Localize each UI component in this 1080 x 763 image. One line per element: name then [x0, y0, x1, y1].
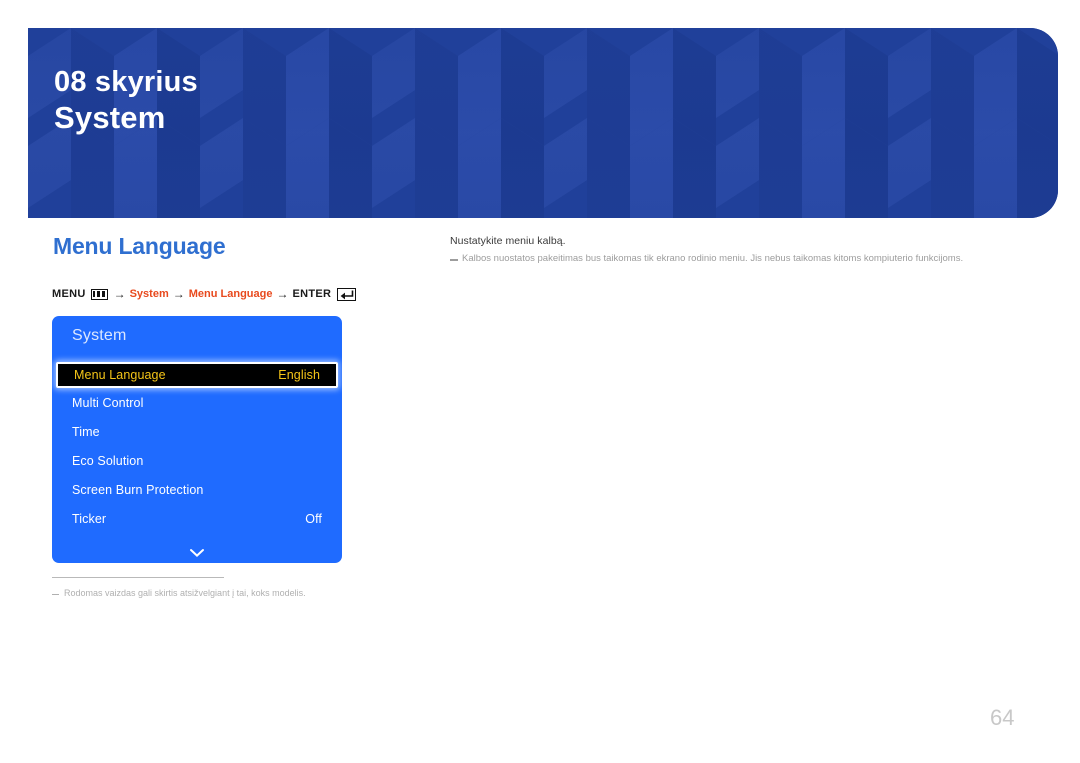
- description-main-text: Nustatykite meniu kalbą.: [450, 235, 566, 247]
- enter-return-icon: [337, 287, 357, 301]
- menu-bars-icon: [90, 288, 108, 300]
- note-dash-icon: [450, 259, 458, 261]
- breadcrumb-arrow-3: →: [276, 287, 289, 301]
- description-note-text: Kalbos nuostatos pakeitimas bus taikomas…: [462, 253, 964, 264]
- chevron-down-icon: [190, 549, 204, 557]
- description-block: Nustatykite meniu kalbą. Kalbos nuostato…: [450, 235, 1030, 264]
- osd-panel-title: System: [72, 327, 127, 344]
- osd-row-screen-burn-protection[interactable]: Screen Burn Protection: [52, 475, 342, 504]
- osd-row-value: Off: [305, 511, 322, 526]
- osd-menu-list: Menu Language English Multi Control Time…: [52, 362, 342, 533]
- footnote-dash-icon: [52, 594, 59, 595]
- breadcrumb-enter-label: ENTER: [292, 288, 332, 300]
- breadcrumb: MENU → System → Menu Language → ENTER: [52, 287, 357, 301]
- osd-row-label: Menu Language: [74, 368, 166, 382]
- breadcrumb-arrow-2: →: [172, 287, 185, 301]
- breadcrumb-menu-label: MENU: [52, 288, 86, 300]
- footnote: Rodomas vaizdas gali skirtis atsižvelgia…: [52, 588, 306, 598]
- osd-row-label: Eco Solution: [72, 453, 144, 468]
- osd-scroll-down-button[interactable]: [52, 548, 342, 558]
- osd-row-multi-control[interactable]: Multi Control: [52, 388, 342, 417]
- description-note: Kalbos nuostatos pakeitimas bus taikomas…: [450, 253, 1030, 264]
- footnote-divider: [52, 577, 224, 578]
- page-title: Menu Language: [53, 233, 226, 259]
- osd-row-time[interactable]: Time: [52, 417, 342, 446]
- osd-row-label: Time: [72, 424, 100, 439]
- osd-row-label: Screen Burn Protection: [72, 482, 204, 497]
- header-text-block: 08 skyrius System: [54, 66, 198, 138]
- osd-row-eco-solution[interactable]: Eco Solution: [52, 446, 342, 475]
- breadcrumb-step-system: System: [129, 288, 169, 300]
- osd-row-menu-language[interactable]: Menu Language English: [56, 362, 338, 388]
- osd-row-label: Ticker: [72, 511, 107, 526]
- chapter-number-label: 08 skyrius: [54, 66, 198, 98]
- chapter-title-label: System: [54, 100, 166, 136]
- osd-row-ticker[interactable]: Ticker Off: [52, 504, 342, 533]
- osd-row-label: Multi Control: [72, 395, 144, 410]
- page-number: 64: [990, 705, 1015, 730]
- osd-row-value: English: [278, 368, 320, 382]
- chapter-header-banner: 08 skyrius System: [28, 28, 1058, 218]
- osd-menu-panel: System Menu Language English Multi Contr…: [52, 316, 342, 563]
- footnote-text: Rodomas vaizdas gali skirtis atsižvelgia…: [64, 588, 306, 598]
- breadcrumb-arrow-1: →: [113, 287, 126, 301]
- breadcrumb-step-menu-language: Menu Language: [188, 288, 273, 300]
